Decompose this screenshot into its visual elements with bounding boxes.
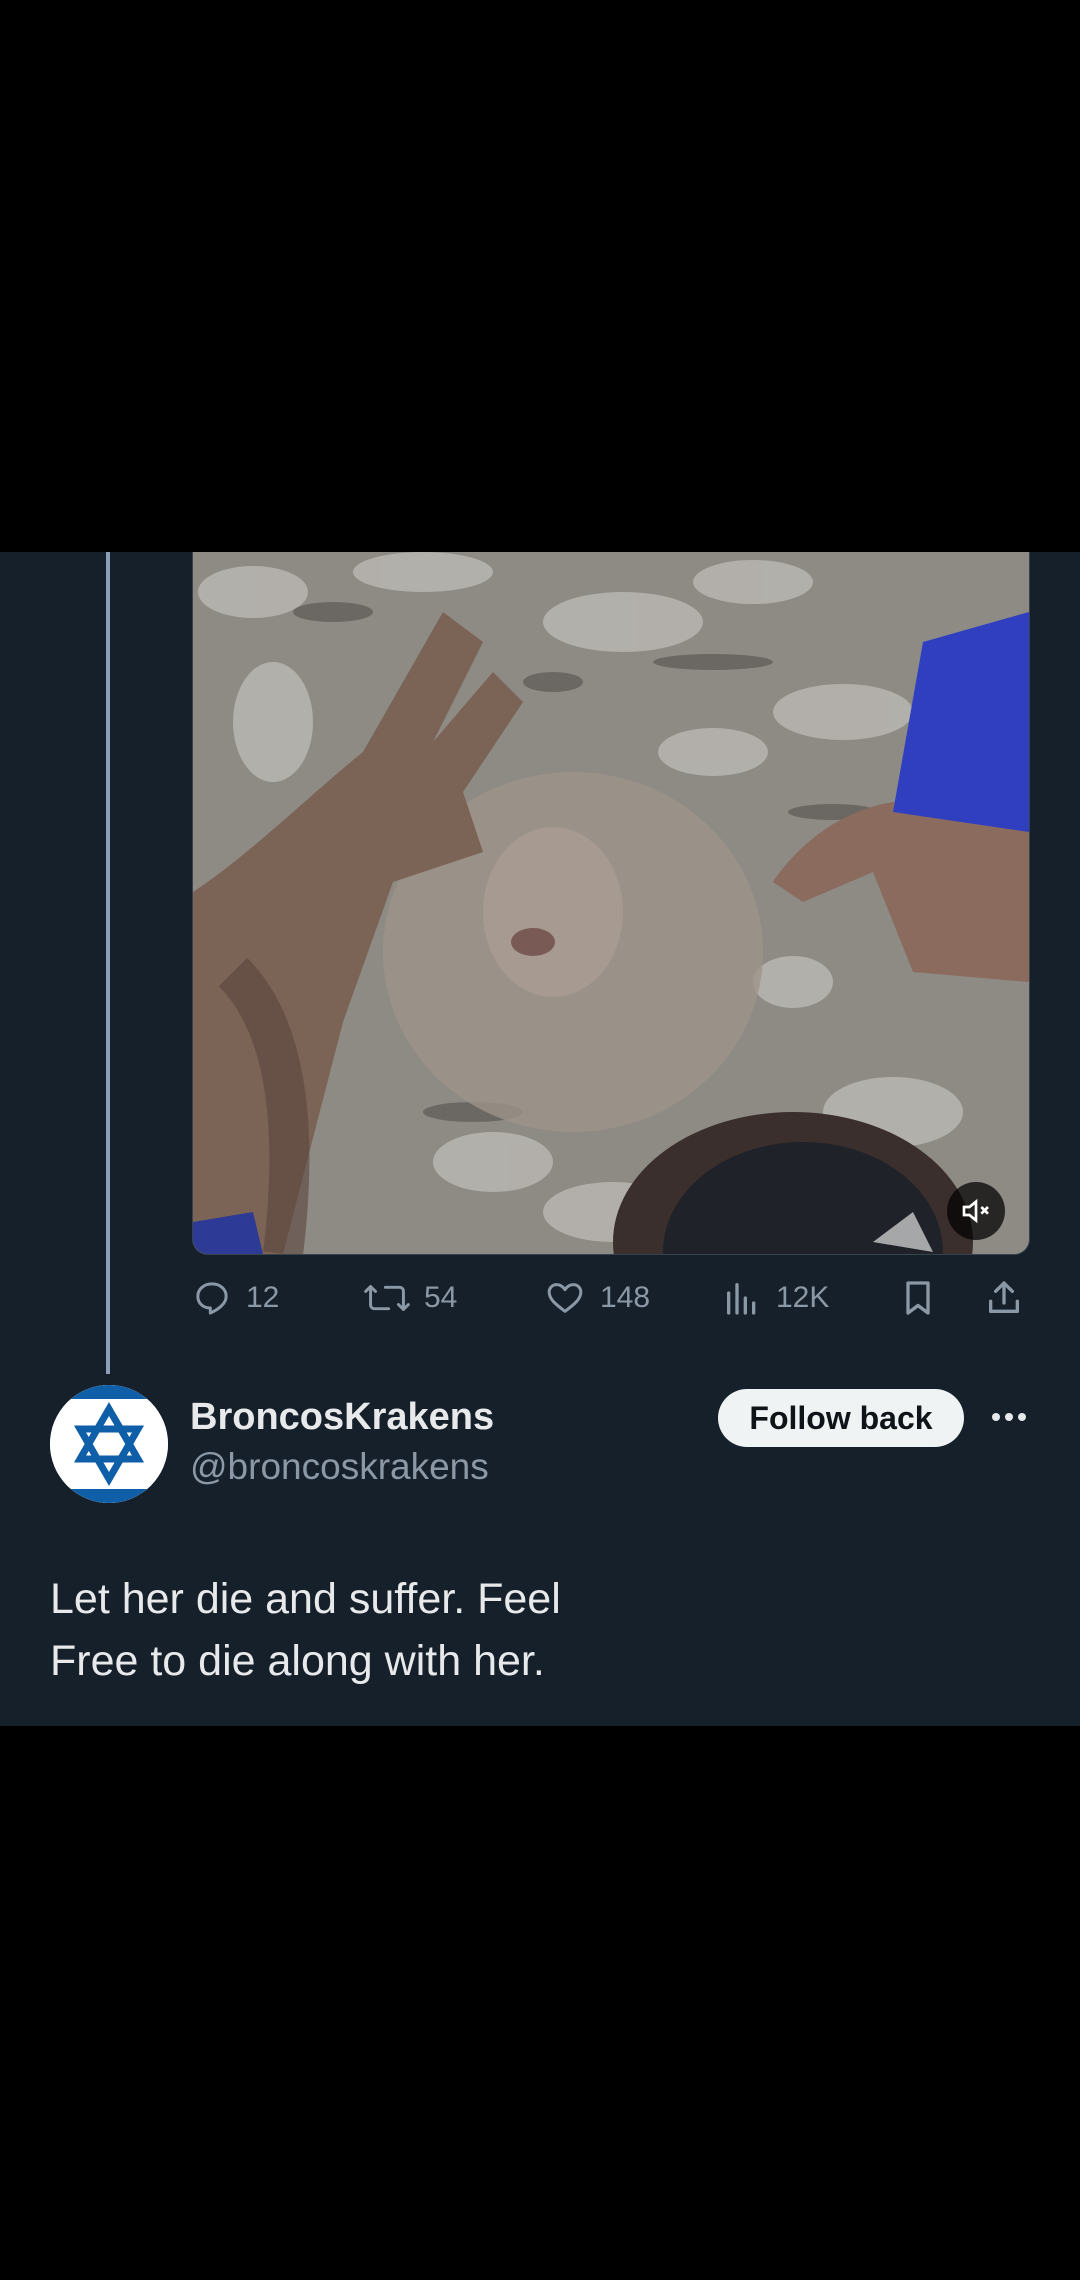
more-options-icon (991, 1409, 1027, 1427)
bookmark-icon (898, 1278, 938, 1318)
views-button[interactable]: 12K (722, 1266, 829, 1330)
more-options-button[interactable] (984, 1396, 1034, 1440)
bookmark-button[interactable] (898, 1266, 938, 1330)
reply-count: 12 (246, 1281, 280, 1314)
author-avatar[interactable] (50, 1385, 168, 1503)
reply-text: Let her die and suffer. Feel Free to die… (50, 1568, 950, 1692)
like-count: 148 (600, 1281, 651, 1314)
reply-button[interactable]: 12 (192, 1266, 279, 1330)
repost-icon (364, 1278, 410, 1318)
reply-text-line: Let her die and suffer. Feel (50, 1575, 561, 1623)
author-display-name[interactable]: BroncosKrakens (190, 1396, 494, 1439)
like-button[interactable]: 148 (544, 1266, 650, 1330)
video-player[interactable] (192, 552, 1030, 1255)
repost-button[interactable]: 54 (364, 1266, 457, 1330)
reply-icon (192, 1278, 232, 1318)
post-action-bar: 12 54 148 12K (192, 1266, 1028, 1330)
views-chart-icon (722, 1278, 762, 1318)
thread-connector-line (106, 552, 110, 1374)
share-icon (984, 1278, 1024, 1318)
speaker-muted-icon (960, 1195, 992, 1227)
mute-toggle-button[interactable] (947, 1182, 1005, 1240)
views-count: 12K (776, 1281, 830, 1314)
repost-count: 54 (424, 1281, 458, 1314)
heart-icon (544, 1278, 586, 1318)
author-handle[interactable]: @broncoskrakens (190, 1446, 489, 1488)
share-button[interactable] (984, 1266, 1024, 1330)
reply-text-line: Free to die along with her. (50, 1637, 545, 1685)
video-frame (193, 552, 1029, 1254)
follow-back-button[interactable]: Follow back (718, 1389, 964, 1447)
